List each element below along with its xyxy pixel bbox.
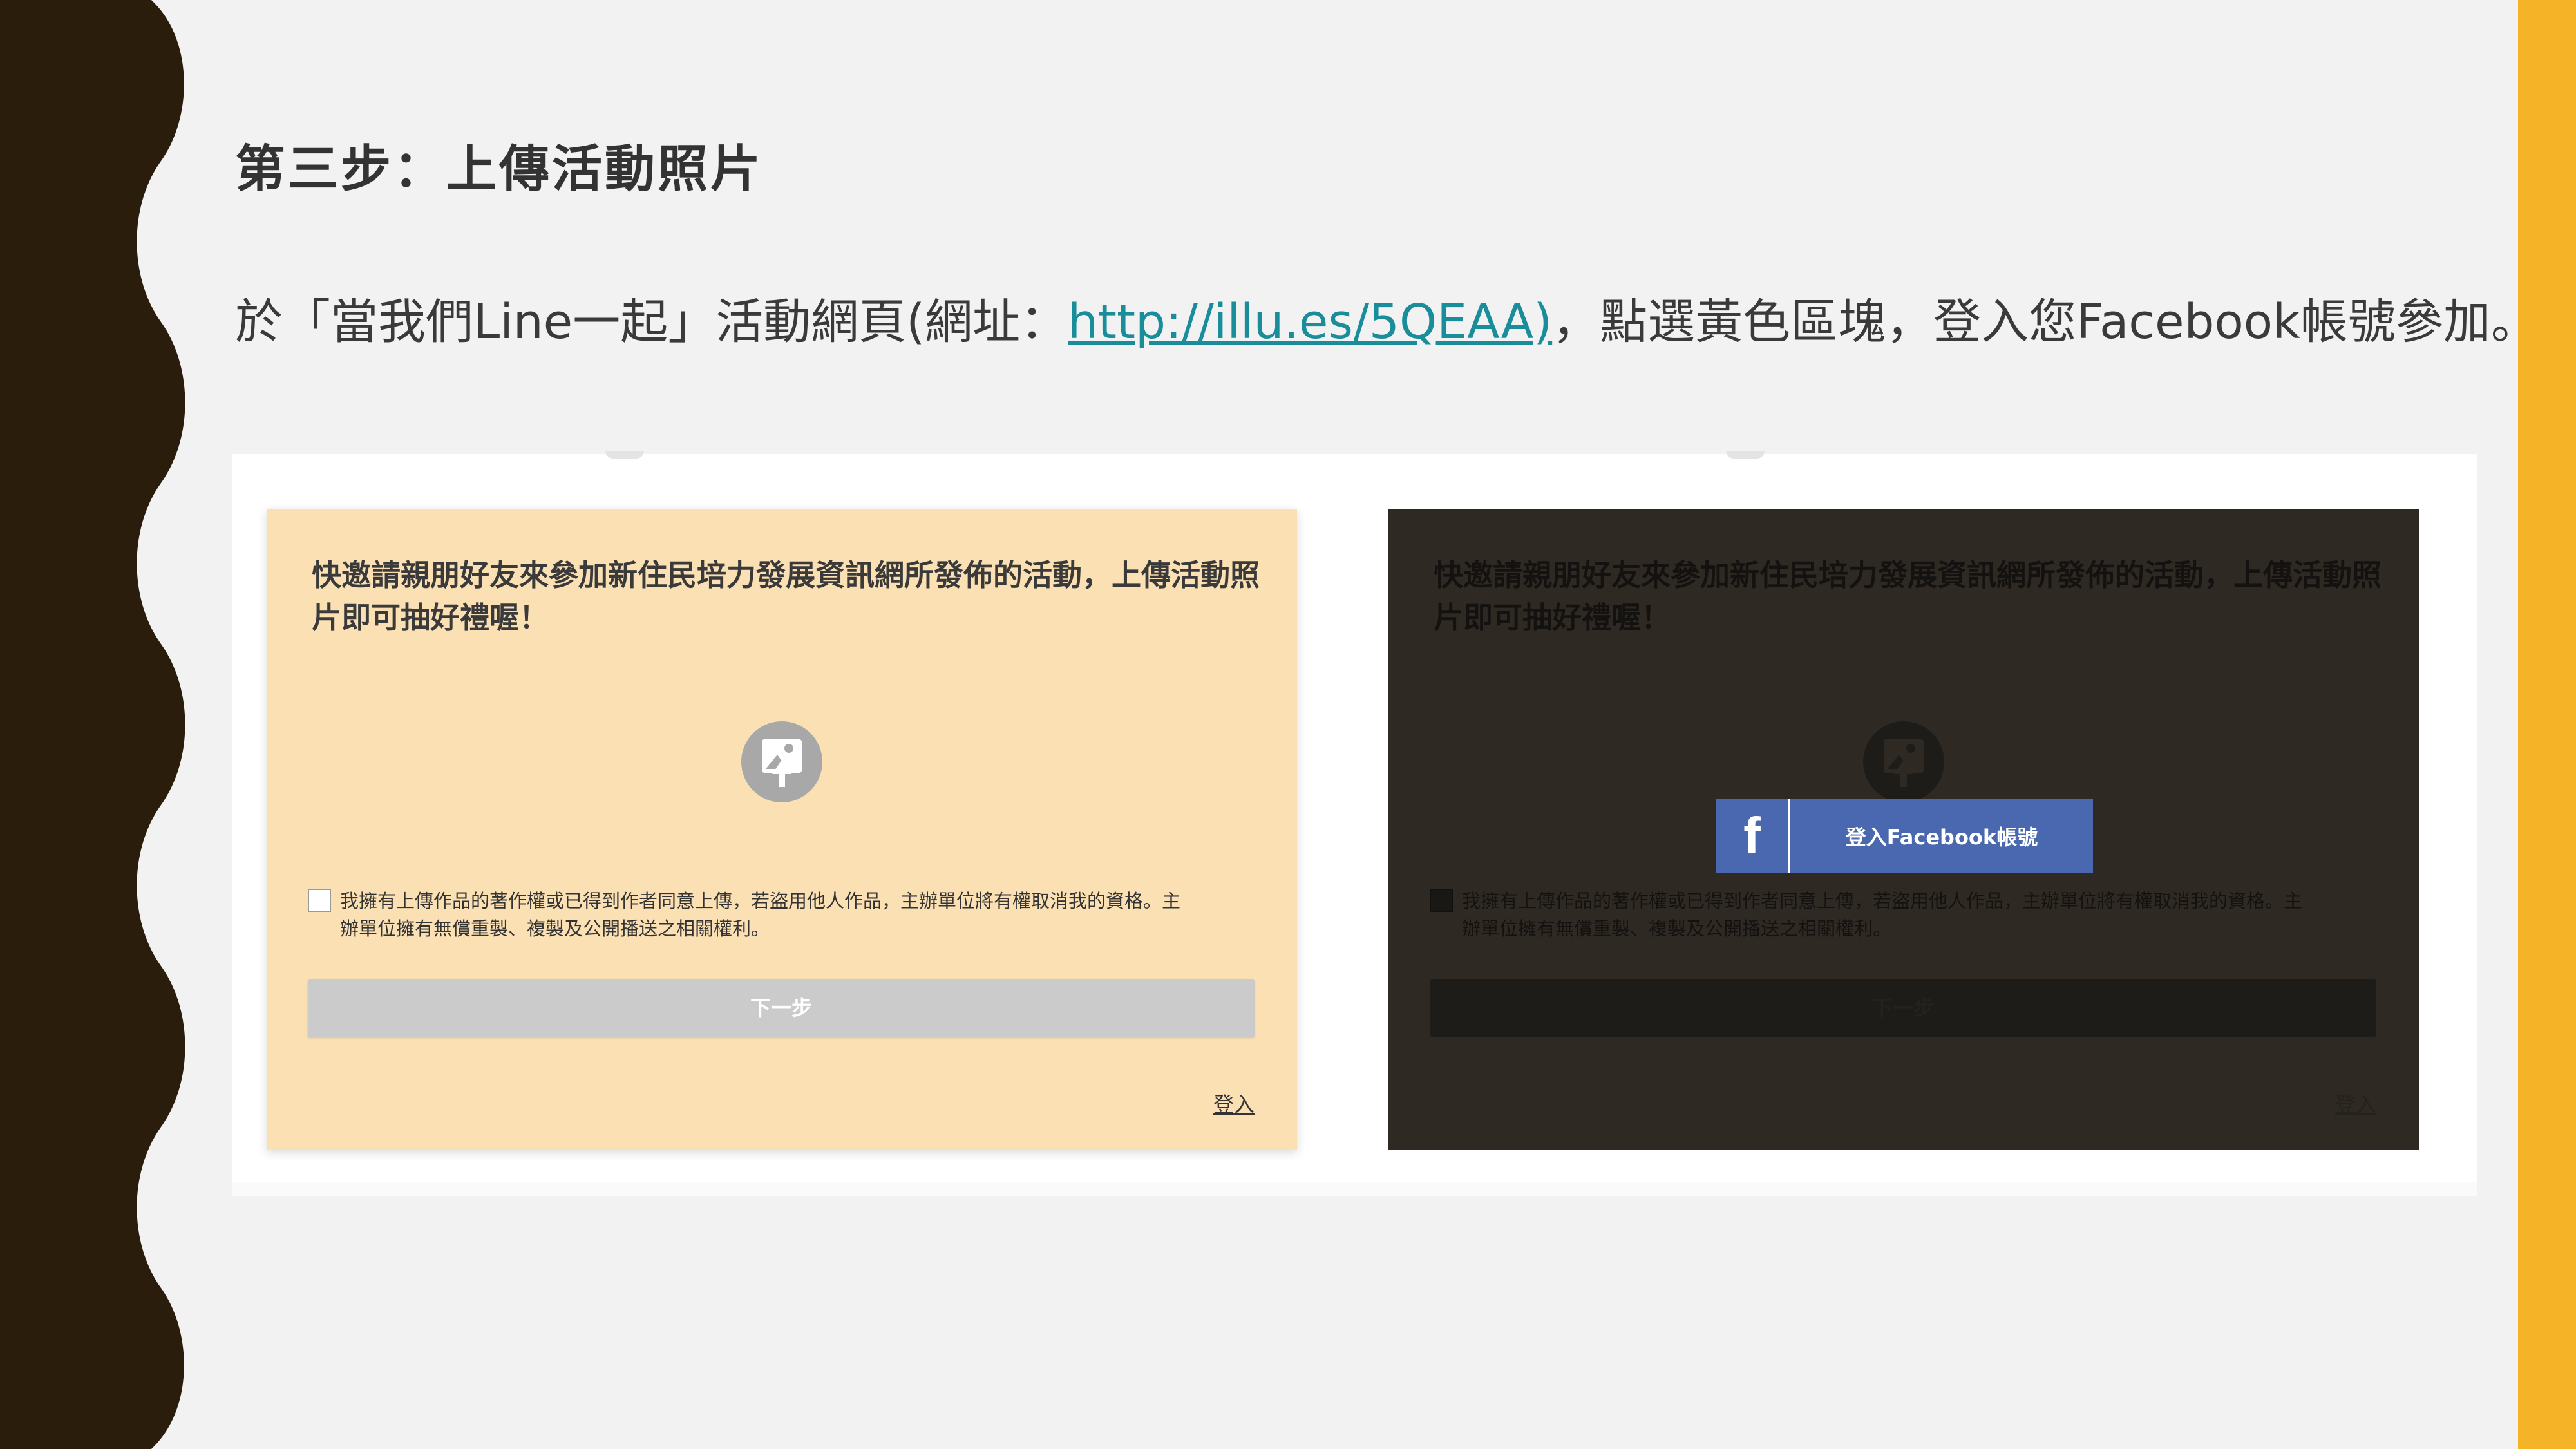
consent-text: 我擁有上傳作品的著作權或已得到作者同意上傳，若盜用他人作品，主辦單位將有權取消我…	[1462, 890, 2303, 940]
facebook-logo-icon: f	[1716, 799, 1790, 873]
upload-photo-icon	[1863, 721, 1944, 802]
intro-text-before: 於「當我們Line一起」活動網頁(網址：	[235, 294, 1068, 350]
upload-photo-icon[interactable]	[741, 721, 822, 802]
next-step-button: 下一步	[1430, 979, 2376, 1037]
card-title: 快邀請親朋好友來參加新住民培力發展資訊網所發佈的活動，上傳活動照片即可抽好禮喔！	[1434, 558, 2382, 635]
login-link[interactable]: 登入	[1213, 1088, 1255, 1118]
left-wave-decoration	[0, 0, 185, 1449]
upload-card-active[interactable]: 快邀請親朋好友來參加新住民培力發展資訊網所發佈的活動，上傳活動照片即可抽好禮喔！…	[267, 509, 1297, 1150]
consent-checkbox	[1430, 889, 1453, 912]
facebook-login-label: 登入Facebook帳號	[1845, 825, 2038, 849]
frame-bottom-edge	[232, 1182, 2477, 1196]
intro-text: 於「當我們Line一起」活動網頁(網址：http://illu.es/5QEAA…	[235, 283, 2539, 352]
consent-checkbox[interactable]	[308, 889, 331, 912]
event-url-link[interactable]: http://illu.es/5QEAA)	[1068, 294, 1552, 350]
login-link: 登入	[2334, 1092, 2376, 1117]
frame-decoration	[1726, 451, 1765, 459]
consent-text: 我擁有上傳作品的著作權或已得到作者同意上傳，若盜用他人作品，主辦單位將有權取消我…	[340, 890, 1181, 940]
facebook-login-button[interactable]: f 登入Facebook帳號	[1716, 799, 2093, 873]
slide-title: 第三步：上傳活動照片	[235, 140, 764, 198]
intro-text-after: ，點選黃色區塊，登入您Facebook帳號參加。	[1552, 294, 2539, 350]
card-title: 快邀請親朋好友來參加新住民培力發展資訊網所發佈的活動，上傳活動照片即可抽好禮喔！	[312, 558, 1260, 635]
next-step-button[interactable]: 下一步	[308, 979, 1255, 1037]
frame-decoration	[605, 451, 644, 459]
right-accent-bar	[2518, 0, 2576, 1449]
